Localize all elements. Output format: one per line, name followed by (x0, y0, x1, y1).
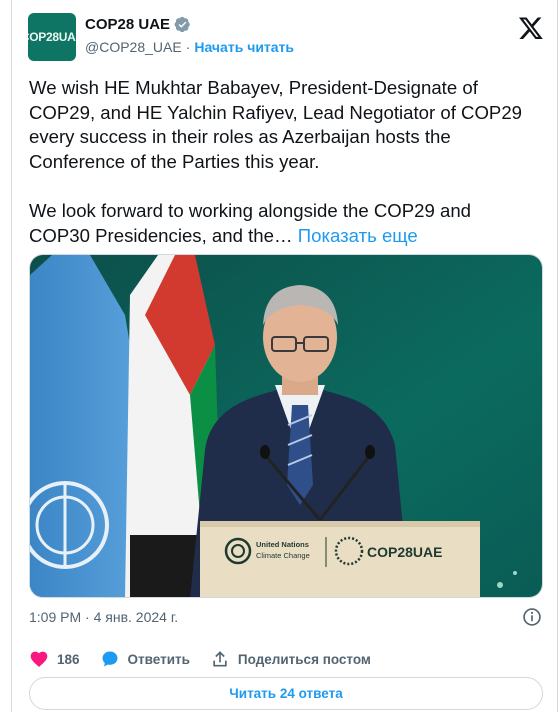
reply-bubble-icon (102, 651, 118, 667)
podium-cop28-logo: COP28UAE (367, 544, 442, 560)
photo-scene: United Nations Climate Change COP28UAE (30, 255, 542, 597)
tweet-photo[interactable]: United Nations Climate Change COP28UAE (29, 254, 543, 598)
x-logo-icon[interactable] (518, 15, 544, 41)
tweet-text: We wish HE Mukhtar Babayev, President-De… (29, 76, 529, 248)
avatar-logo: COP28UAE (28, 30, 76, 44)
like-action[interactable]: 186 (29, 649, 80, 669)
author-handle-row: @COP28_UAE · Начать читать (85, 39, 294, 55)
tweet-header: COP28UAE COP28 UAE @COP28_UAE · Начать ч… (28, 13, 548, 63)
like-count: 186 (57, 651, 80, 667)
info-icon[interactable] (522, 607, 542, 627)
follow-button[interactable]: Начать читать (194, 39, 294, 55)
podium-un-line1: United Nations (256, 540, 309, 549)
tweet-timestamp[interactable]: 1:09 PM · 4 янв. 2024 г. (29, 609, 178, 625)
avatar[interactable]: COP28UAE (28, 13, 76, 61)
tweet-card: COP28UAE COP28 UAE @COP28_UAE · Начать ч… (11, 0, 558, 712)
share-label: Поделиться постом (237, 651, 371, 667)
share-icon (213, 651, 227, 667)
share-action[interactable]: Поделиться постом (210, 649, 371, 669)
separator-dot: · (185, 39, 191, 55)
read-replies-button[interactable]: Читать 24 ответа (29, 677, 543, 710)
tweet-actions: 186 Ответить Поделиться постом (29, 648, 391, 670)
verified-badge-icon (174, 16, 190, 33)
reply-label: Ответить (127, 651, 190, 667)
reply-action[interactable]: Ответить (100, 649, 190, 669)
heart-icon[interactable] (29, 649, 49, 669)
author-handle[interactable]: @COP28_UAE (85, 39, 182, 55)
author-name-row: COP28 UAE (85, 16, 191, 33)
author-display-name[interactable]: COP28 UAE (85, 16, 170, 33)
avatar-text: COP28UAE (28, 30, 76, 44)
podium-un-line2: Climate Change (256, 551, 310, 560)
show-more-link[interactable]: Показать еще (298, 225, 418, 246)
tweet-body: We wish HE Mukhtar Babayev, President-De… (29, 77, 523, 246)
